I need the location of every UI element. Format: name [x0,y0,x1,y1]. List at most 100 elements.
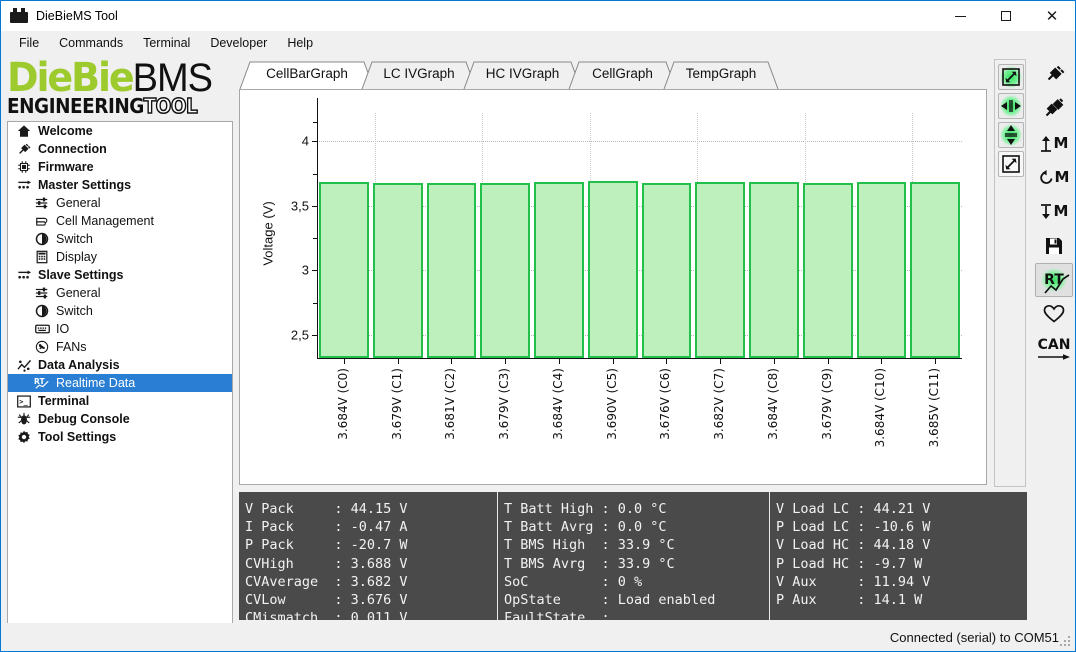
bar-cell-c9[interactable] [802,182,853,358]
fan-icon [34,339,50,355]
x-tick-label: 3.684V (C10) [873,368,888,448]
sidebar-item-slave-settings[interactable]: Slave Settings [8,266,232,284]
sidebar-item-label: Switch [56,232,93,246]
data-column-1: V Pack : 44.15 V I Pack : -0.47 AP Pack :… [239,492,497,626]
connect-button[interactable] [1035,57,1073,91]
chip-icon [16,159,32,175]
bar-cell-c6[interactable] [641,183,692,358]
data-row: SoC : 0 % [504,573,643,590]
auto-scale-button[interactable] [998,151,1024,177]
sidebar-item-tool-settings[interactable]: Tool Settings [8,428,232,446]
diagonal-arrow-green-icon [1002,68,1020,86]
menu-file[interactable]: File [9,33,49,53]
bar-cell-c10[interactable] [856,182,907,358]
refresh-memory-button[interactable]: M [1035,160,1073,194]
tab-hc-ivgraph[interactable]: HC IVGraph [463,59,582,91]
zoom-both-axes-button[interactable] [998,64,1024,90]
sidebar-item-cell-management[interactable]: Cell Management [8,212,232,230]
sidebar-item-welcome[interactable]: Welcome [8,122,232,140]
close-button[interactable]: ✕ [1029,1,1075,31]
data-row: CVAverage : 3.682 V [245,573,408,590]
x-tick-label: 3.685V (C11) [927,368,942,448]
bug-icon [16,411,32,427]
diagonal-arrow-icon [1002,155,1020,173]
y-tick-label: 3,5 [290,198,309,214]
sidebar-item-switch[interactable]: Switch [8,302,232,320]
x-tick-label: 3.684V (C8) [765,368,780,440]
sidebar-item-general[interactable]: General [8,284,232,302]
x-tick-label: 3.679V (C9) [819,368,834,440]
chart-zoom-controls [994,59,1026,487]
sidebar-item-switch[interactable]: Switch [8,230,232,248]
y-tick-label: 3 [301,262,309,278]
zoom-horizontal-button[interactable] [998,93,1024,119]
switch-icon [34,303,50,319]
x-tick-mark [397,359,399,364]
rt-icon: RT [34,375,50,391]
bar-cell-c3[interactable] [480,182,530,358]
tab-cellgraph[interactable]: CellGraph [568,59,677,91]
data-row: P Load LC : -10.6 W [776,519,931,536]
x-tick-label: 3.679V (C3) [497,368,512,440]
sidebar-item-general[interactable]: General [8,194,232,212]
data-row: T BMS High : 33.9 °C [504,537,675,554]
x-tick-label: 3.684V (C0) [335,368,350,440]
data-row: V Aux : 11.94 V [776,573,931,590]
x-tick-mark [720,359,722,364]
bar-cell-c8[interactable] [749,182,799,358]
data-row: CVHigh : 3.688 V [245,555,408,572]
sidebar-item-label: Slave Settings [38,268,124,282]
disconnect-button[interactable] [1035,91,1073,125]
sidebar-item-terminal[interactable]: >_ Terminal [8,392,232,410]
sidebar-item-fans[interactable]: FANs [8,338,232,356]
terminal-icon: >_ [16,393,32,409]
sidebar-item-master-settings[interactable]: Master Settings [8,176,232,194]
tab-lc-ivgraph[interactable]: LC IVGraph [361,59,477,91]
read-memory-button[interactable]: M [1035,126,1073,160]
bar-cell-c4[interactable] [534,182,584,358]
zoom-vertical-button[interactable] [998,122,1024,148]
realtime-button[interactable]: RT [1035,263,1073,297]
application-window: DieBieMS Tool ✕ File Commands Terminal D… [0,0,1076,652]
resize-grip[interactable] [1060,636,1072,648]
save-button[interactable] [1035,229,1073,263]
sidebar-item-data-analysis[interactable]: Data Analysis [8,356,232,374]
tab-cellbargraph[interactable]: CellBarGraph [239,59,375,91]
data-row: CVLow : 3.676 V [245,592,408,609]
x-tick-mark [343,359,345,364]
cell-bar-chart[interactable]: Voltage (V) 2,5 3 3,5 4 3.684V (C0) 3.679V (C1… [240,90,986,484]
sidebar-item-label: FANs [56,340,87,354]
bar-cell-c5[interactable] [587,181,638,358]
tab-tempgraph[interactable]: TempGraph [663,59,779,91]
x-tick-label: 3.690V (C5) [604,368,619,440]
can-button[interactable]: CAN [1035,332,1073,366]
sidebar-item-connection[interactable]: Connection [8,140,232,158]
bar-cell-c7[interactable] [695,182,745,358]
menu-developer[interactable]: Developer [200,33,277,53]
x-tick-label: 3.676V (C6) [658,368,673,440]
write-memory-button[interactable]: M [1035,194,1073,228]
menu-help[interactable]: Help [277,33,323,53]
minimize-button[interactable] [937,1,983,31]
can-label: CAN [1037,336,1071,353]
sidebar-item-display[interactable]: Display [8,248,232,266]
app-battery-icon [10,7,28,25]
arrow-dots-icon [16,177,32,193]
data-row: T BMS Avrg : 33.9 °C [504,555,675,572]
bar-cell-c11[interactable] [910,181,960,358]
sidebar-item-io[interactable]: IO [8,320,232,338]
write-memory-label: M [1053,202,1069,220]
maximize-button[interactable] [983,1,1029,31]
sidebar-item-realtime-data[interactable]: RT Realtime Data [8,374,232,392]
bar-cell-c1[interactable] [372,182,423,358]
sidebar-item-firmware[interactable]: Firmware [8,158,232,176]
health-button[interactable] [1035,297,1073,331]
menu-commands[interactable]: Commands [49,33,133,53]
menu-terminal[interactable]: Terminal [133,33,200,53]
sidebar-item-debug-console[interactable]: Debug Console [8,410,232,428]
data-row: V Pack : 44.15 V [245,501,408,517]
bar-cell-c2[interactable] [426,182,477,358]
x-tick-mark [558,359,560,364]
bar-cell-c0[interactable] [319,182,369,358]
tab-label: CellBarGraph [266,66,348,81]
